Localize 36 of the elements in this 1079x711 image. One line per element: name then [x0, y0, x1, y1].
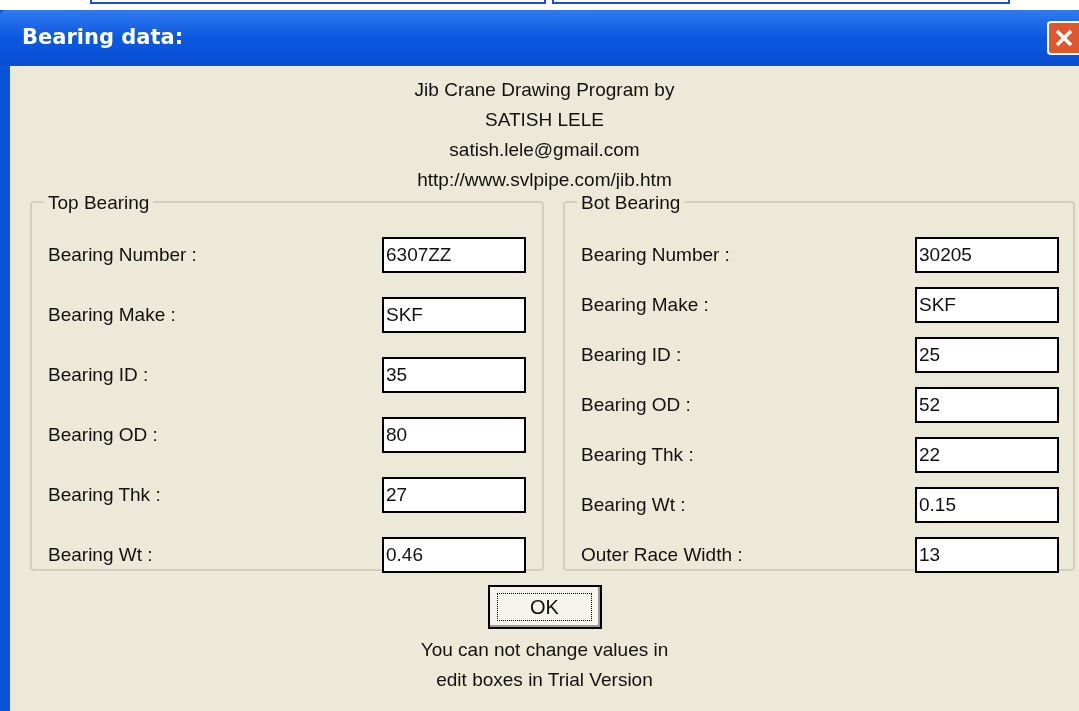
- input-field[interactable]: 52: [915, 387, 1059, 423]
- field-label: Bearing Thk :: [581, 442, 694, 467]
- field-label: Bearing Thk :: [48, 482, 161, 507]
- input-field[interactable]: 80: [382, 417, 526, 453]
- field-label: Bearing Number :: [581, 242, 730, 267]
- credit-text: http://www.svlpipe.com/jib.htm: [417, 168, 672, 192]
- field-label: Bearing Make :: [581, 292, 709, 317]
- field-label: Bearing Number :: [48, 242, 197, 267]
- credit-text: satish.lele@gmail.com: [449, 138, 640, 162]
- close-button[interactable]: [1047, 21, 1079, 55]
- note-text: edit boxes in Trial Version: [436, 668, 653, 692]
- input-field[interactable]: 30205: [915, 237, 1059, 273]
- input-field[interactable]: 6307ZZ: [382, 237, 526, 273]
- input-field[interactable]: 0.15: [915, 487, 1059, 523]
- input-field[interactable]: 22: [915, 437, 1059, 473]
- field-label: Bearing Wt :: [48, 542, 153, 567]
- field-label: Bearing Wt :: [581, 492, 686, 517]
- credit-text: SATISH LELE: [485, 108, 604, 132]
- field-label: Bearing ID :: [581, 342, 682, 367]
- input-field[interactable]: 0.46: [382, 537, 526, 573]
- input-field[interactable]: SKF: [915, 287, 1059, 323]
- window-title: Bearing data:: [22, 24, 184, 52]
- ok-button[interactable]: OK: [487, 585, 602, 629]
- field-label: Outer Race Width :: [581, 542, 743, 567]
- close-icon: [1054, 28, 1074, 48]
- input-field[interactable]: SKF: [382, 297, 526, 333]
- input-field[interactable]: 25: [915, 337, 1059, 373]
- input-field[interactable]: 13: [915, 537, 1059, 573]
- note-text: You can not change values in: [420, 638, 669, 662]
- field-label: Bearing Make :: [48, 302, 176, 327]
- field-label: Bearing OD :: [48, 422, 158, 447]
- field-label: Bearing OD :: [581, 392, 691, 417]
- input-field[interactable]: 35: [382, 357, 526, 393]
- credit-text: Jib Crane Drawing Program by: [414, 78, 675, 102]
- input-field[interactable]: 27: [382, 477, 526, 513]
- field-label: Bearing ID :: [48, 362, 149, 387]
